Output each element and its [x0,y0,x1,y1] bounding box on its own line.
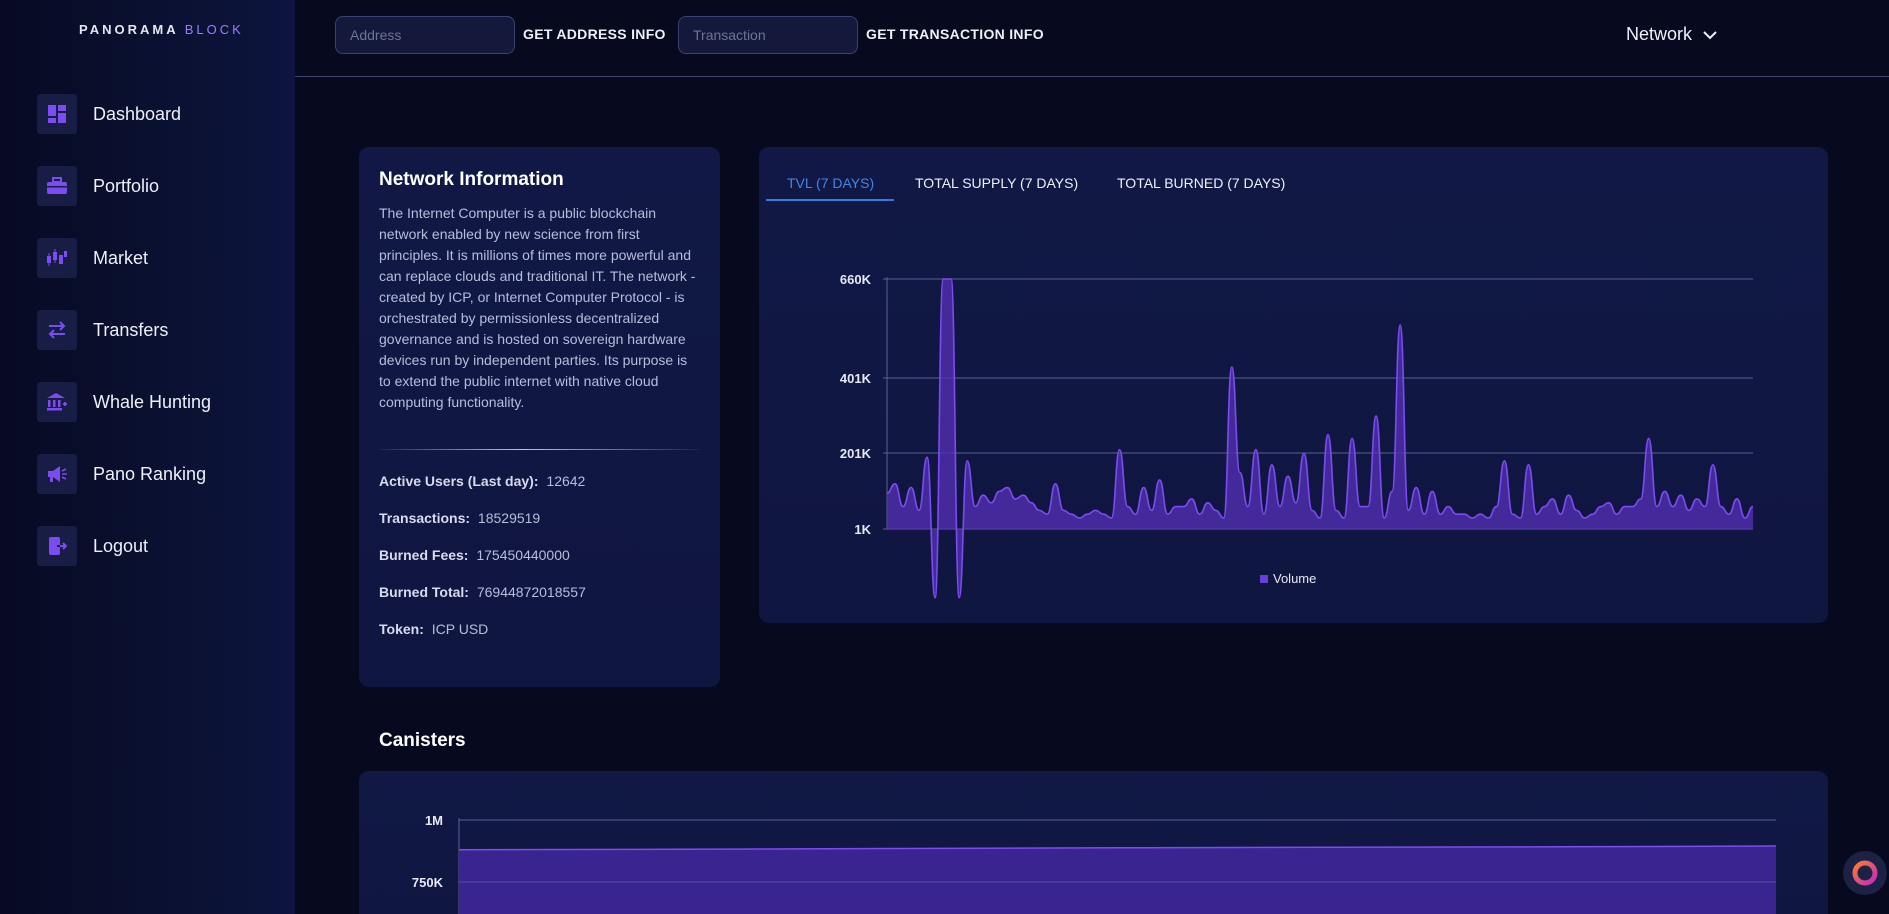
canisters-chart-card: 1M 750K [359,771,1828,914]
candlestick-icon [37,238,77,278]
volume-area-chart: 1K 201K 401K 660K Volume [840,272,1754,599]
support-ring-icon [1852,860,1878,886]
canisters-area-chart: 1M 750K [412,813,1777,914]
stat-label: Burned Fees: [379,547,469,563]
stat-transactions: Transactions: 18529519 [379,510,700,529]
canister-area [459,846,1776,914]
stat-value: 12642 [546,473,586,489]
dashboard-icon [37,94,77,134]
sidebar-item-transfers[interactable]: Transfers [37,310,277,350]
sidebar-item-label: Logout [93,535,149,556]
logo-main-text: PANORAMA [79,22,179,37]
stat-value: 76944872018557 [476,584,586,600]
sidebar-item-portfolio[interactable]: Portfolio [37,166,277,206]
network-info-description: The Internet Computer is a public blockc… [379,205,696,410]
y-tick-label: 401K [840,371,872,386]
stat-value: 175450440000 [476,547,570,563]
megaphone-icon [37,454,77,494]
volume-series-line [886,278,1754,599]
volume-area [887,279,1753,598]
y-tick-label: 201K [840,446,872,461]
legend-swatch [1260,575,1268,583]
logo-accent-text: BLOCK [184,22,244,37]
sidebar-item-label: Pano Ranking [93,463,207,484]
stat-label: Burned Total: [379,584,469,600]
transaction-input[interactable] [678,16,858,54]
logout-icon [37,526,77,566]
stat-label: Token: [379,621,424,637]
transfer-arrows-icon [37,310,77,350]
stat-label: Active Users (Last day): [379,473,539,489]
y-tick-label: 1M [425,813,443,828]
sidebar-item-pano-ranking[interactable]: Pano Ranking [37,454,277,494]
network-info-title: Network Information [379,169,564,190]
divider [379,449,699,450]
address-input[interactable] [335,16,515,54]
stat-value: ICP USD [431,621,489,637]
sidebar-item-logout[interactable]: Logout [37,526,277,566]
network-dropdown[interactable]: Network [1626,24,1718,45]
sidebar-item-label: Transfers [93,319,169,340]
support-chat-button[interactable] [1843,851,1887,895]
stat-value: 18529519 [477,510,541,526]
app-logo[interactable]: PANORAMA BLOCK [79,22,244,37]
chevron-down-icon [1703,30,1717,39]
canisters-title: Canisters [379,730,466,751]
get-address-info-button[interactable]: GET ADDRESS INFO [523,26,666,42]
top-header: GET ADDRESS INFO GET TRANSACTION INFO Ne… [295,0,1889,77]
sidebar-item-label: Whale Hunting [93,391,212,412]
stat-label: Transactions: [379,510,471,526]
bank-icon [37,382,77,422]
stat-token: Token: ICP USD [379,621,700,640]
y-tick-label: 660K [840,272,872,287]
tvl-chart-card: TVL (7 DAYS) TOTAL SUPPLY (7 DAYS) TOTAL… [759,147,1828,623]
legend-label: Volume [1273,571,1316,586]
stat-burned-total: Burned Total: 76944872018557 [379,584,700,603]
get-transaction-info-button[interactable]: GET TRANSACTION INFO [866,26,1044,42]
briefcase-icon [37,166,77,206]
y-tick-label: 1K [854,522,871,537]
sidebar-item-label: Dashboard [93,103,182,124]
sidebar-item-whale-hunting[interactable]: Whale Hunting [37,382,277,422]
sidebar-item-label: Portfolio [93,175,160,196]
sidebar: PANORAMA BLOCK Dashboard Portfolio Marke… [0,0,295,914]
network-dropdown-label: Network [1626,24,1693,44]
sidebar-item-dashboard[interactable]: Dashboard [37,94,277,134]
y-tick-label: 750K [412,875,444,890]
stat-burned-fees: Burned Fees: 175450440000 [379,547,700,566]
sidebar-item-label: Market [93,247,149,268]
network-info-card: Network Information The Internet Compute… [359,147,720,687]
stat-active-users: Active Users (Last day): 12642 [379,473,700,492]
sidebar-item-market[interactable]: Market [37,238,277,278]
